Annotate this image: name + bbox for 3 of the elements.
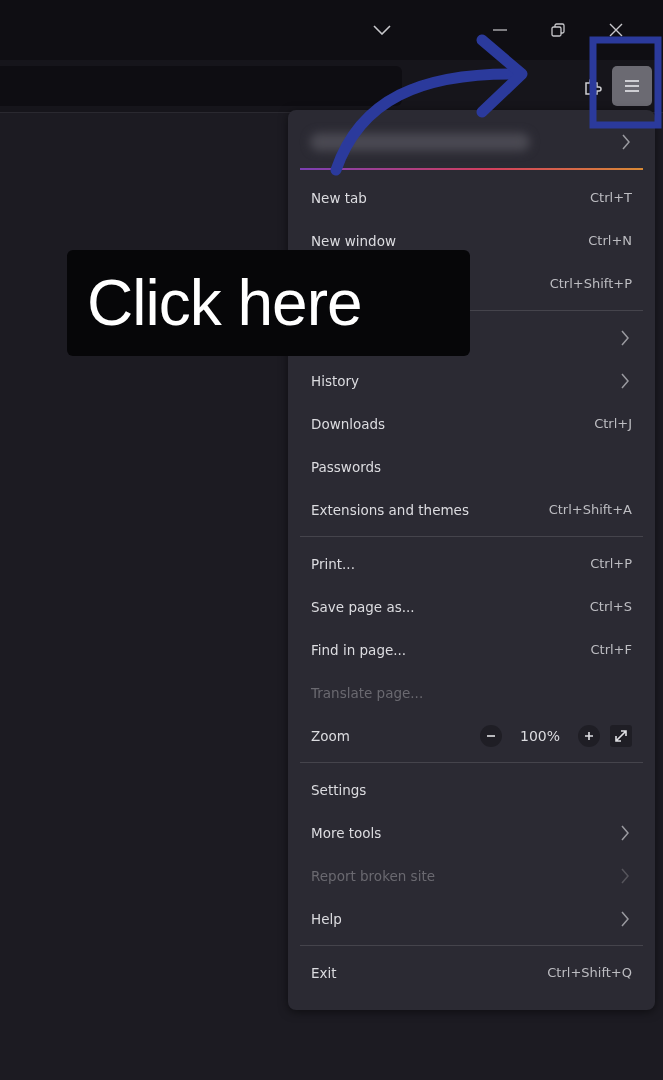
zoom-value: 100% bbox=[519, 727, 560, 744]
zoom-label: Zoom bbox=[311, 727, 350, 744]
callout-text: Click here bbox=[87, 266, 362, 340]
